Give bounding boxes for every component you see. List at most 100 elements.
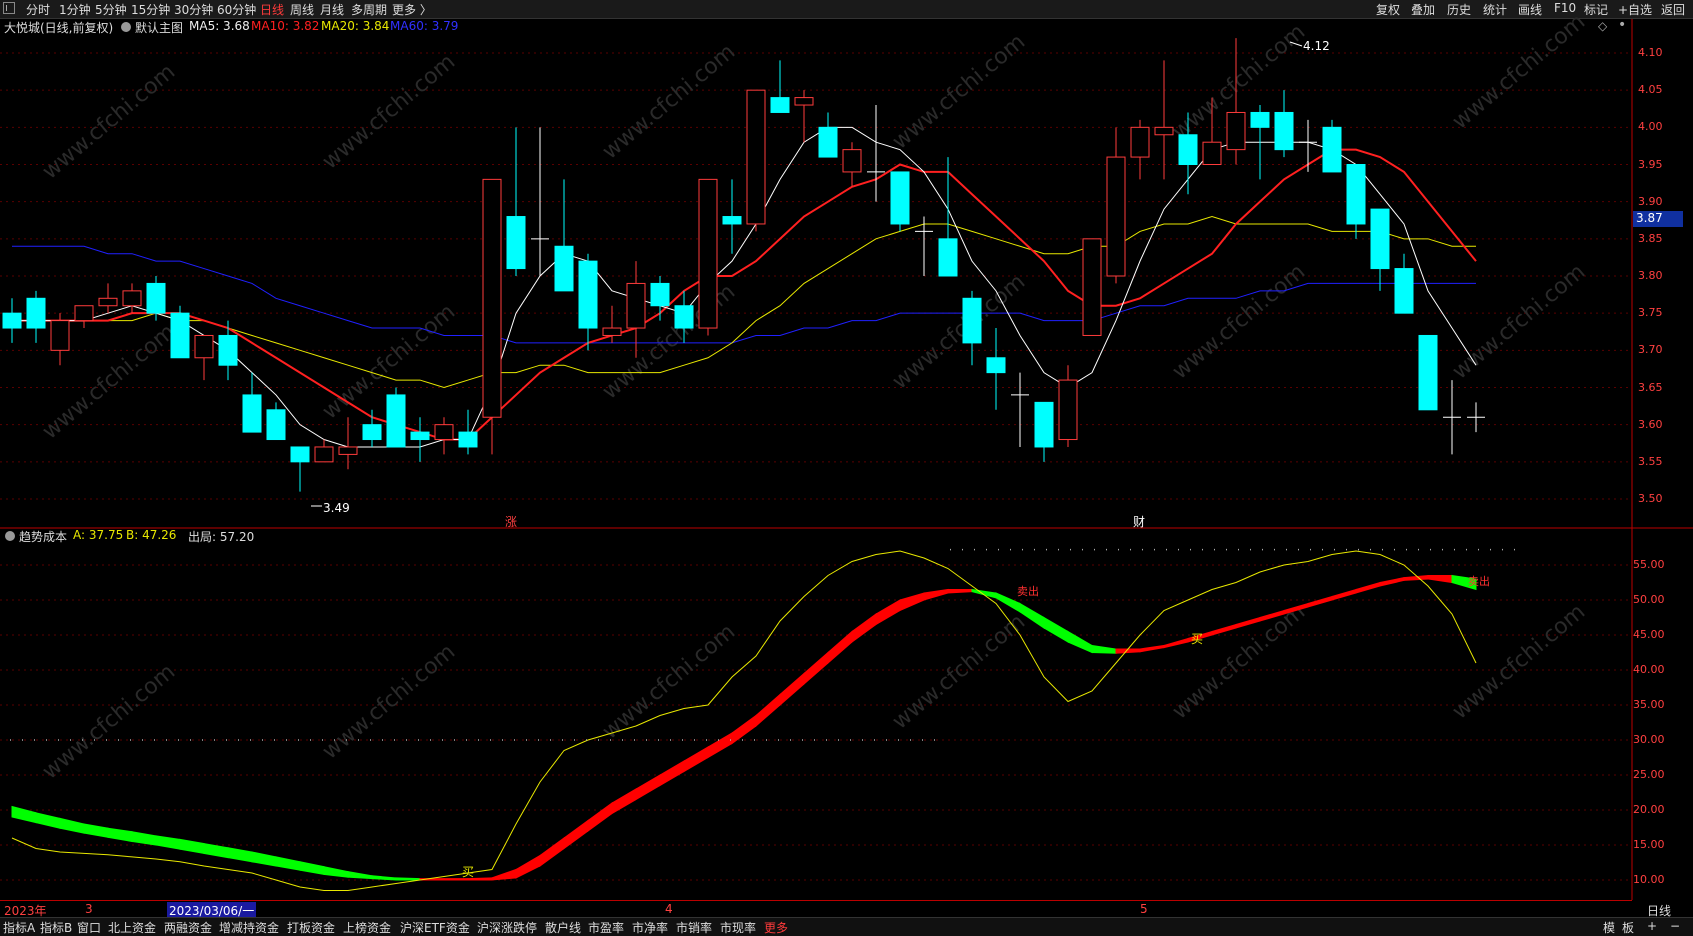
date-label-may: 5	[1140, 902, 1148, 916]
mode-button[interactable]: 模	[1603, 919, 1615, 936]
candle-body	[1322, 126, 1342, 173]
candle-body	[698, 178, 718, 329]
band-segment	[107, 827, 133, 843]
candle-body	[362, 424, 382, 441]
band-segment	[1427, 575, 1453, 584]
tab-pe[interactable]: 市盈率	[588, 919, 624, 936]
price-tick-label: 3.60	[1638, 417, 1663, 431]
band-segment	[251, 851, 277, 867]
candle	[1443, 380, 1461, 455]
candle	[410, 417, 430, 462]
band-segment	[1379, 576, 1405, 587]
price-tick-label: 4.10	[1638, 46, 1663, 59]
band-segment	[131, 831, 157, 846]
watermark-text: www.cfchi.com	[598, 619, 740, 744]
band-segment	[299, 861, 325, 875]
candle-body	[1106, 156, 1126, 277]
tab-window[interactable]: 窗口	[77, 919, 101, 936]
candle-body	[314, 446, 334, 463]
candle	[698, 178, 718, 336]
zoom-out-button[interactable]: −	[1670, 919, 1680, 933]
candle	[482, 178, 502, 455]
price-tick-label: 3.65	[1638, 380, 1663, 394]
candle-body	[506, 216, 526, 270]
date-label-mar: 3	[85, 902, 93, 916]
candle-body	[938, 238, 958, 277]
band-segment	[275, 856, 301, 871]
candle-body	[266, 409, 286, 441]
tab-limit-stats[interactable]: 沪深涨跌停	[477, 919, 537, 936]
tab-more-bottom[interactable]: 更多	[764, 919, 788, 936]
watermark-text: www.cfchi.com	[38, 59, 180, 184]
band-segment	[155, 835, 181, 850]
sell-signal-1: 卖出	[1017, 584, 1039, 598]
candle	[1322, 119, 1342, 173]
trend-cost-band	[11, 574, 1477, 881]
band-segment	[587, 802, 613, 832]
band-segment	[1043, 616, 1069, 643]
indicator-tick-label: 20.00	[1633, 803, 1665, 816]
band-segment	[851, 613, 877, 643]
candle-body	[50, 320, 70, 351]
candle-body	[482, 178, 502, 418]
band-segment	[347, 871, 373, 880]
candle	[1418, 334, 1438, 411]
candle	[1082, 238, 1102, 336]
candle	[314, 439, 334, 463]
candle	[1346, 164, 1366, 239]
tab-billboard-funds[interactable]: 上榜资金	[343, 919, 391, 936]
candle-body	[674, 305, 694, 329]
tab-pcf[interactable]: 市现率	[720, 919, 756, 936]
candle-body	[770, 97, 790, 113]
watermark-text: www.cfchi.com	[38, 659, 180, 784]
candle	[770, 60, 790, 113]
candle	[794, 90, 814, 143]
candle-body	[890, 171, 910, 225]
sell-signal-2: 卖出	[1468, 574, 1490, 588]
candle	[1394, 253, 1414, 314]
candle-body	[986, 357, 1006, 374]
indicator-tick-label: 10.00	[1633, 873, 1665, 886]
candlestick-series	[2, 38, 1485, 492]
tab-indicator-a[interactable]: 指标A	[3, 919, 35, 936]
candle-body	[1082, 238, 1102, 336]
candle	[170, 305, 190, 359]
watermark-text: www.cfchi.com	[888, 269, 1030, 394]
candle-body	[842, 149, 862, 173]
tab-retail-line[interactable]: 散户线	[545, 919, 581, 936]
candle	[842, 142, 862, 187]
candle-body	[650, 282, 670, 307]
tab-limit-up-funds[interactable]: 打板资金	[287, 919, 335, 936]
tab-holdings-change[interactable]: 增减持资金	[219, 919, 279, 936]
candle-body	[554, 245, 574, 292]
tab-indicator-b[interactable]: 指标B	[40, 919, 72, 936]
candle-body	[1274, 111, 1294, 151]
chart-canvas[interactable]: www.cfchi.com www.cfchi.com www.cfchi.com w…	[0, 0, 1693, 935]
candle-body	[146, 282, 166, 314]
band-segment	[707, 732, 733, 759]
tab-etf-funds[interactable]: 沪深ETF资金	[400, 919, 470, 936]
band-segment	[371, 875, 397, 881]
candle	[74, 305, 94, 329]
candle	[867, 105, 885, 202]
zoom-in-button[interactable]: +	[1647, 919, 1657, 933]
band-segment	[323, 866, 349, 878]
tab-northbound[interactable]: 北上资金	[108, 919, 156, 936]
board-button[interactable]: 板	[1622, 919, 1634, 936]
tab-pb[interactable]: 市净率	[632, 919, 668, 936]
candle-body	[242, 394, 262, 433]
band-segment	[1355, 581, 1381, 594]
marker-zhang: 涨	[505, 514, 517, 529]
candle	[818, 112, 838, 158]
tab-ps[interactable]: 市销率	[676, 919, 712, 936]
candle-body	[26, 297, 46, 329]
price-tick-label: 3.55	[1638, 454, 1663, 468]
tab-margin[interactable]: 两融资金	[164, 919, 212, 936]
candle-body	[170, 312, 190, 359]
candle	[578, 253, 598, 351]
watermark-text: www.cfchi.com	[598, 39, 740, 164]
candle	[1058, 365, 1078, 447]
candle-body	[818, 126, 838, 158]
candle-body	[1250, 111, 1270, 128]
indicator-yellow-line	[11, 550, 1477, 891]
